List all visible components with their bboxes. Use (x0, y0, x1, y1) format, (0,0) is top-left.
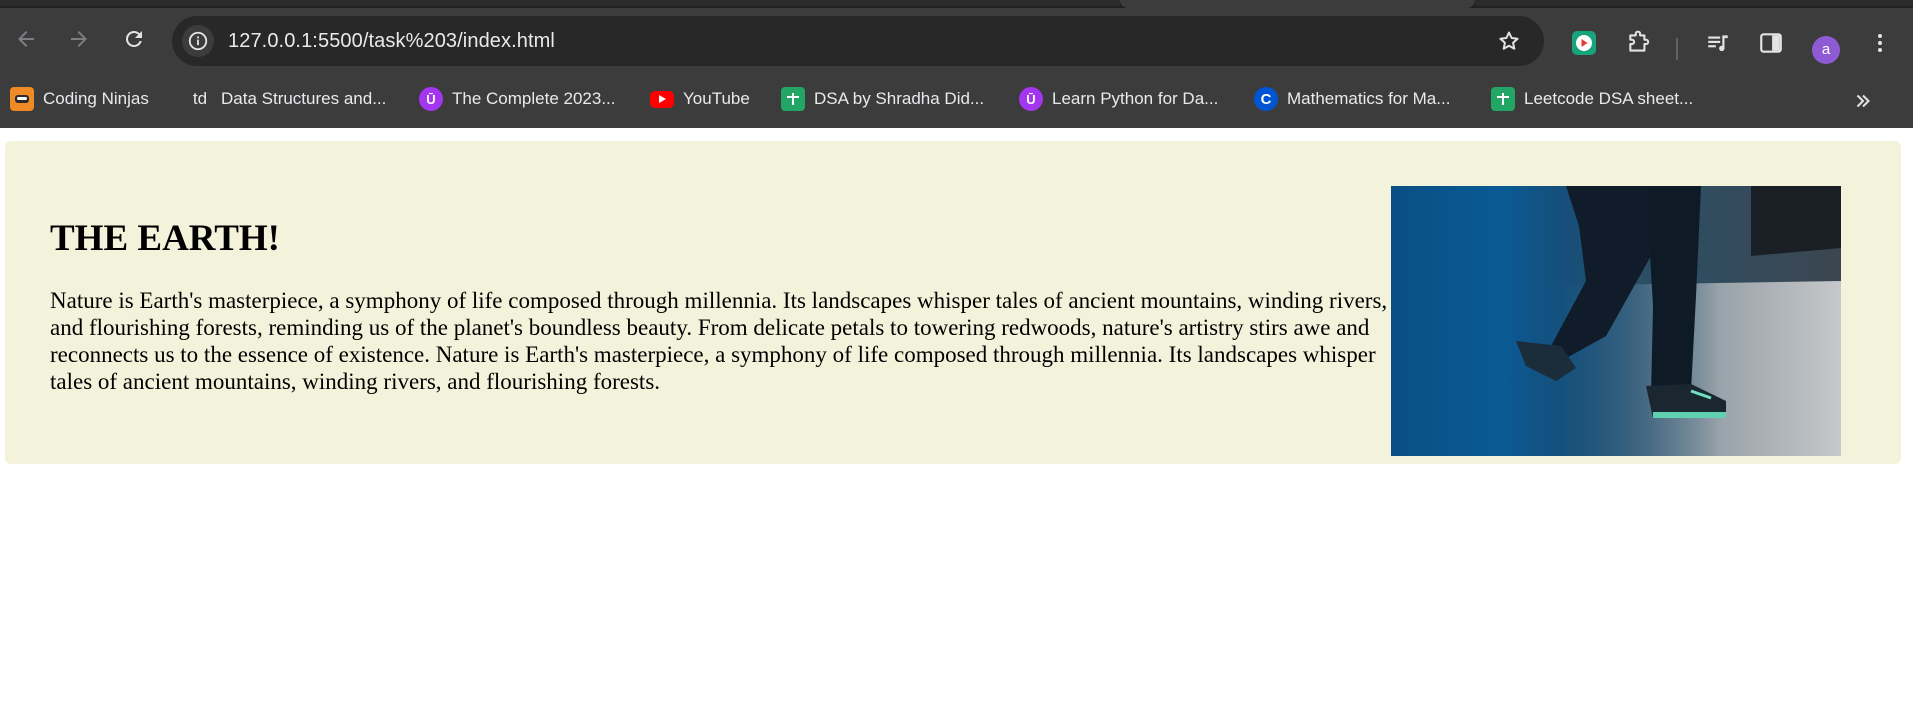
udemy-icon: Ū (1019, 87, 1043, 111)
browser-toolbar: 127.0.0.1:5500/task%203/index.html a (0, 8, 1913, 76)
puzzle-icon (1629, 30, 1650, 52)
bookmark-item[interactable]: Leetcode DSA sheet... (1491, 84, 1693, 114)
bookmark-label: Mathematics for Ma... (1287, 89, 1451, 108)
youtube-icon (650, 90, 674, 108)
side-panel-button[interactable] (1756, 28, 1786, 58)
active-tab[interactable] (1120, 0, 1475, 8)
reload-icon (125, 30, 142, 47)
site-info-button[interactable] (182, 25, 214, 57)
udemy-icon: Ū (419, 87, 443, 111)
arrow-right-icon (71, 31, 87, 47)
bookmark-item[interactable]: Ū Learn Python for Da... (1019, 84, 1218, 114)
arrow-left-icon (18, 31, 34, 47)
bookmark-item[interactable]: td Data Structures and... (188, 84, 386, 114)
content-card: THE EARTH! Nature is Earth's masterpiece… (5, 141, 1901, 464)
bookmark-item[interactable]: DSA by Shradha Did... (781, 84, 984, 114)
bookmark-label: Data Structures and... (221, 89, 387, 108)
double-chevron-right-icon (1856, 94, 1870, 108)
info-icon (188, 31, 208, 51)
playlist-music-icon (1708, 35, 1728, 52)
sheets-icon (1491, 87, 1515, 111)
more-bookmarks-button[interactable] (1852, 90, 1874, 112)
body-paragraph: Nature is Earth's masterpiece, a symphon… (50, 288, 1388, 394)
toolbar-divider (1676, 38, 1678, 60)
bookmark-label: YouTube (683, 89, 750, 108)
bookmark-item[interactable]: YouTube (650, 84, 750, 114)
video-extension-icon (1572, 31, 1596, 55)
bookmark-star-button[interactable] (1496, 28, 1522, 54)
reload-button[interactable] (117, 22, 151, 56)
url-text[interactable]: 127.0.0.1:5500/task%203/index.html (228, 30, 555, 52)
address-bar[interactable]: 127.0.0.1:5500/task%203/index.html (172, 16, 1544, 66)
photo (1391, 186, 1841, 456)
back-button[interactable] (9, 22, 43, 56)
profile-avatar[interactable]: a (1812, 36, 1840, 64)
extension-button[interactable] (1569, 28, 1599, 58)
bookmark-label: Coding Ninjas (43, 89, 149, 108)
media-controls-button[interactable] (1703, 28, 1733, 58)
bookmarks-bar: Coding Ninjas td Data Structures and... … (0, 76, 1913, 128)
td-icon: td (192, 89, 208, 108)
browser-menu-button[interactable] (1865, 28, 1895, 58)
bookmark-label: Leetcode DSA sheet... (1524, 89, 1694, 108)
extensions-menu-button[interactable] (1624, 28, 1654, 58)
bookmark-label: The Complete 2023... (452, 89, 616, 108)
forward-button[interactable] (62, 22, 96, 56)
inactive-tab[interactable] (0, 0, 1120, 6)
bookmark-item[interactable]: Ū The Complete 2023... (419, 84, 615, 114)
tab-strip (0, 0, 1913, 8)
coding-ninjas-icon (10, 87, 34, 111)
side-panel-icon (1760, 33, 1782, 53)
bookmark-label: Learn Python for Da... (1052, 89, 1219, 108)
bookmark-item[interactable]: Coding Ninjas (10, 84, 149, 114)
page-title: THE EARTH! (50, 218, 280, 259)
more-vertical-icon (1878, 34, 1882, 52)
bookmark-item[interactable]: C Mathematics for Ma... (1254, 84, 1450, 114)
coursera-icon: C (1254, 87, 1278, 111)
sheets-icon (781, 87, 805, 111)
bookmark-label: DSA by Shradha Did... (814, 89, 985, 108)
star-icon (1499, 31, 1519, 50)
inactive-tab[interactable] (1475, 0, 1913, 6)
